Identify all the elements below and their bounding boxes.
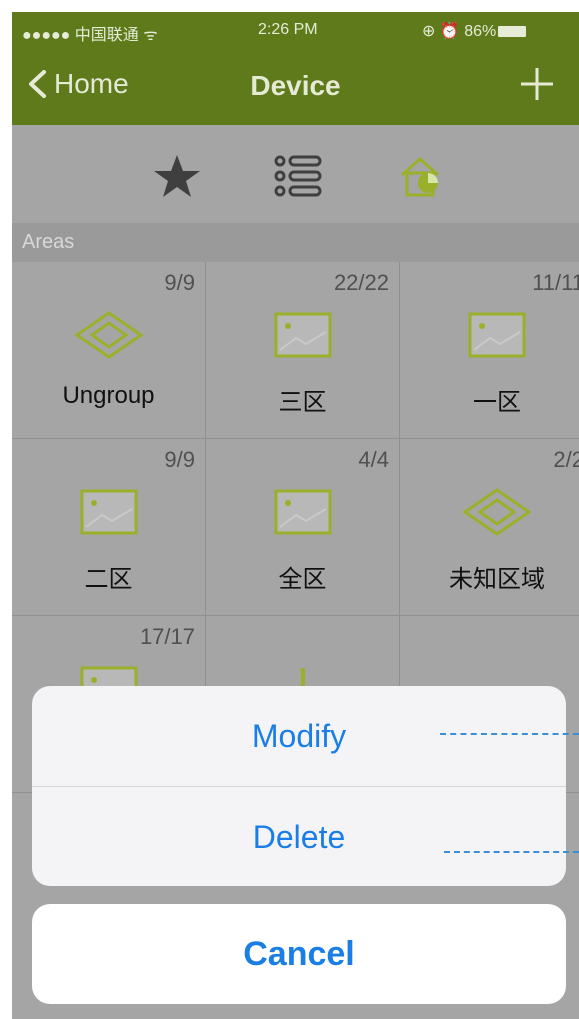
add-icon[interactable] [517,64,557,104]
device-count: 9/9 [164,447,195,472]
area-cell[interactable]: 9/9 Ungroup [12,262,206,439]
area-cell[interactable]: 2/2 未知区域 [400,439,579,616]
device-count: 11/11 [532,270,579,295]
device-count: 17/17 [139,624,195,649]
action-sheet: Modify Delete [32,686,566,886]
area-name: 一区 [473,389,521,416]
star-icon[interactable] [152,153,202,199]
picture-icon [468,312,526,358]
area-name: 未知区域 [449,566,545,593]
diamond-icon [74,311,144,359]
device-count: 4/4 [358,447,389,472]
device-count: 2/2 [553,447,579,472]
home-pie-icon[interactable] [398,153,448,199]
battery-icon [498,26,527,38]
picture-icon [274,489,332,535]
cancel-button[interactable]: Cancel [32,904,566,1004]
status-indicators: ⊕ ⏰ 86% [422,21,527,41]
app-screen: ●●●●● 中国联通 ᯤ 2:26 PM ⊕ ⏰ 86% Home Device… [12,12,579,1019]
area-name: 二区 [84,566,133,593]
picture-icon [80,489,138,535]
modify-button[interactable]: Modify [32,686,566,786]
status-time: 2:26 PM [258,21,318,38]
carrier-label: ●●●●● 中国联通 ᯤ [22,27,158,44]
page-title: Device [250,70,341,101]
area-cell[interactable]: 22/22 三区 [206,262,400,439]
area-name: 三区 [278,389,327,416]
diamond-icon [462,488,532,536]
list-icon[interactable] [274,153,324,199]
area-name: Ungroup [62,382,155,409]
annotation-line [440,733,579,735]
navigation-bar: Home Device [12,50,579,125]
delete-button[interactable]: Delete [32,787,566,886]
picture-icon [274,312,332,358]
area-cell[interactable]: 4/4 全区 [206,439,400,616]
area-name: 全区 [278,566,327,593]
device-count: 9/9 [164,270,195,295]
section-header: Areas [12,224,579,262]
status-bar: ●●●●● 中国联通 ᯤ 2:26 PM ⊕ ⏰ 86% [12,12,579,50]
section-title: Areas [22,231,75,253]
view-toolbar [12,125,579,224]
annotation-line [444,851,579,853]
area-cell[interactable]: 9/9 二区 [12,439,206,616]
battery-label: ⊕ ⏰ 86% [422,23,497,40]
area-cell[interactable]: 11/11 一区 [400,262,579,439]
device-count: 22/22 [333,270,389,295]
